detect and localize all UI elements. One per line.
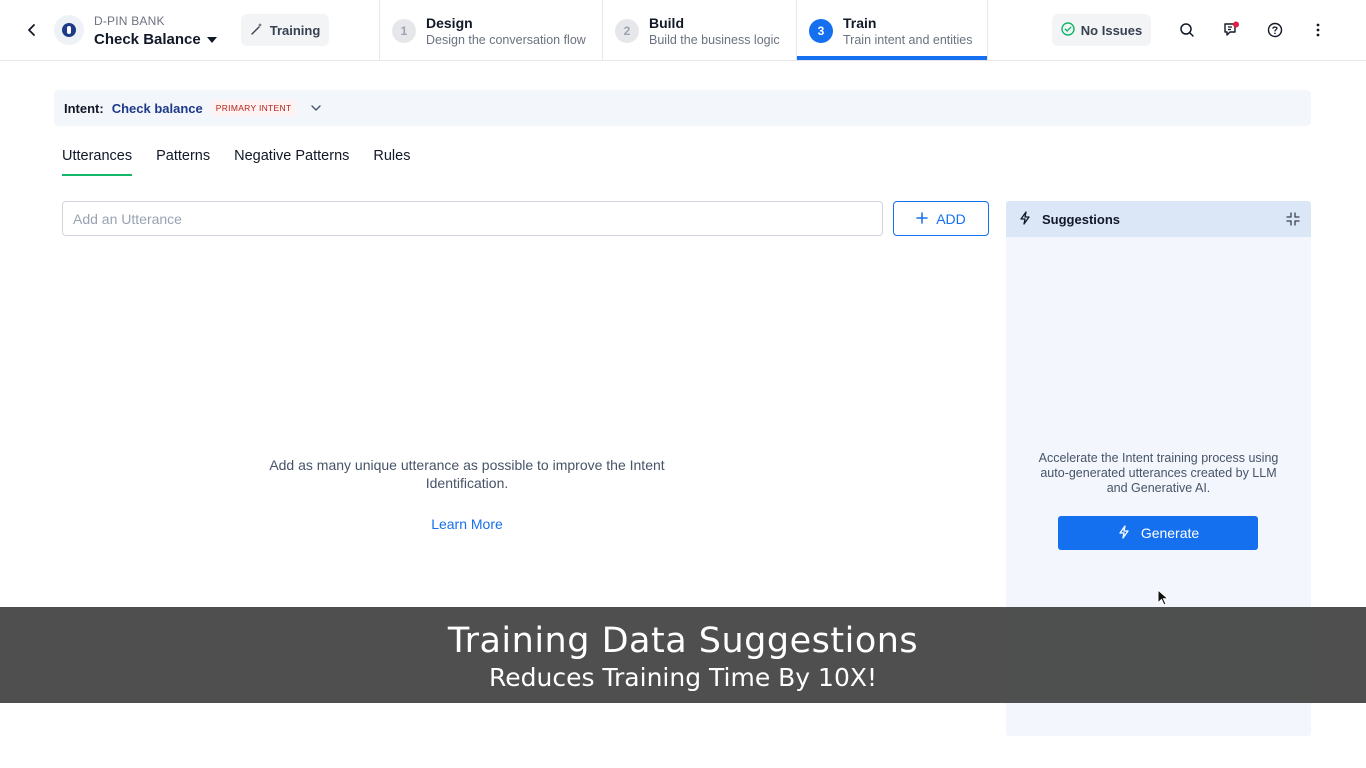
search-icon[interactable] [1175, 18, 1199, 42]
intent-label: Intent: [64, 100, 104, 116]
learn-more-link[interactable]: Learn More [392, 516, 542, 532]
collapse-icon[interactable] [1285, 211, 1301, 227]
caret-down-icon [206, 36, 217, 43]
lightning-icon [1117, 524, 1131, 542]
suggestions-title: Suggestions [1042, 211, 1121, 227]
issues-label: No Issues [1080, 22, 1143, 38]
add-label: ADD [936, 210, 966, 227]
intent-bar: Intent: Check balance PRIMARY INTENT [54, 90, 1311, 126]
chevron-down-icon[interactable] [310, 102, 322, 114]
check-circle-icon [1061, 21, 1075, 39]
bot-name-label: Check Balance [94, 31, 201, 48]
primary-intent-badge: PRIMARY INTENT [210, 100, 297, 116]
no-issues-button[interactable]: No Issues [1052, 14, 1151, 46]
step-title: Build [649, 14, 684, 31]
tab-patterns[interactable]: Patterns [156, 148, 210, 176]
step-build[interactable]: 2 Build Build the business logic [602, 0, 796, 61]
training-tabs: Utterances Patterns Negative Patterns Ru… [62, 148, 410, 176]
help-icon[interactable] [1263, 18, 1287, 42]
step-subtitle: Design the conversation flow [426, 32, 586, 47]
utterance-input[interactable] [62, 201, 883, 236]
step-design[interactable]: 1 Design Design the conversation flow [379, 0, 602, 61]
step-number: 3 [809, 18, 833, 43]
generate-button[interactable]: Generate [1058, 516, 1258, 550]
step-subtitle: Build the business logic [649, 32, 780, 47]
step-subtitle: Train intent and entities [843, 32, 973, 47]
banner-subtitle: Reduces Training Time By 10X! [488, 663, 877, 692]
top-bar: D-PIN BANK Check Balance Training 1 Desi… [0, 0, 1366, 61]
bot-logo-icon [54, 15, 84, 45]
banner-title: Training Data Suggestions [447, 621, 919, 661]
intent-value: Check balance [111, 100, 203, 116]
workflow-steps: 1 Design Design the conversation flow 2 … [379, 0, 988, 61]
bot-selector[interactable]: Check Balance [94, 31, 217, 48]
lightning-icon [1018, 210, 1032, 228]
training-mode-button[interactable]: Training [241, 14, 329, 46]
chevron-left-icon[interactable] [20, 18, 44, 42]
magic-wand-icon [250, 22, 264, 39]
plus-icon [916, 211, 928, 227]
more-vertical-icon[interactable] [1306, 18, 1330, 42]
feedback-icon[interactable] [1219, 18, 1243, 42]
promo-banner: Training Data Suggestions Reduces Traini… [0, 607, 1366, 703]
generate-label: Generate [1140, 525, 1200, 541]
step-title: Train [843, 14, 877, 31]
suggestions-description: Accelerate the Intent training process u… [1038, 451, 1279, 495]
tab-rules[interactable]: Rules [373, 148, 410, 176]
step-train[interactable]: 3 Train Train intent and entities [796, 0, 988, 61]
step-title: Design [426, 14, 473, 31]
suggestions-header: Suggestions [1006, 201, 1311, 237]
empty-state-message: Add as many unique utterance as possible… [269, 457, 665, 491]
training-mode-label: Training [269, 22, 321, 38]
mouse-pointer-icon [1157, 589, 1169, 606]
tab-negative-patterns[interactable]: Negative Patterns [234, 148, 349, 176]
bank-name: D-PIN BANK [94, 14, 165, 28]
step-number: 2 [615, 18, 639, 43]
step-number: 1 [392, 18, 416, 43]
tab-utterances[interactable]: Utterances [62, 148, 133, 176]
add-utterance-button[interactable]: ADD [893, 201, 989, 236]
